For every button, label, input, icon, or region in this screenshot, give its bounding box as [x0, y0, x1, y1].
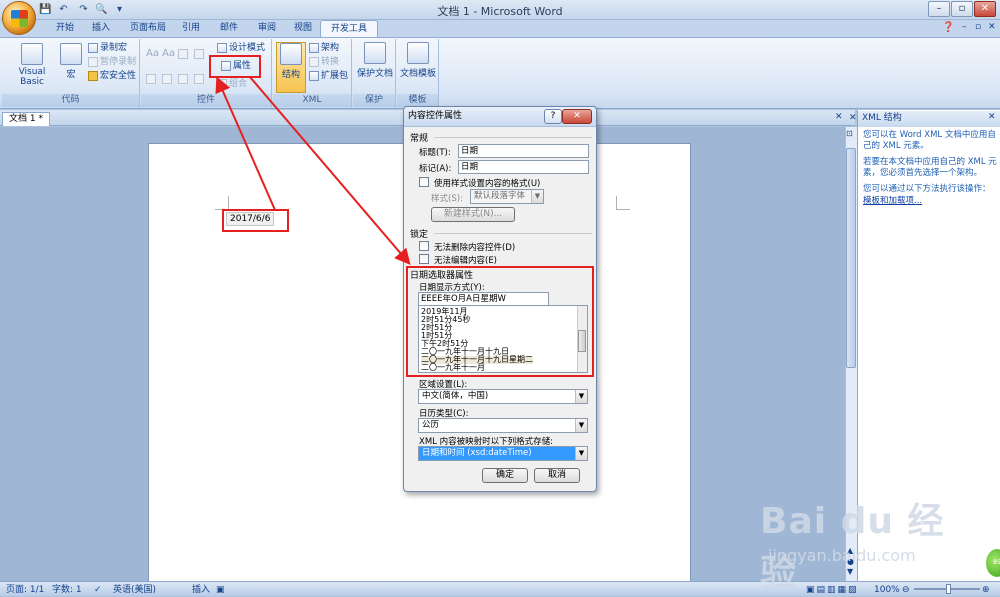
office-logo-icon — [11, 10, 28, 27]
arrow-to-date-section — [249, 76, 411, 266]
annotation-arrows — [215, 76, 411, 266]
office-button[interactable] — [2, 1, 36, 35]
arrow-to-properties — [215, 76, 276, 211]
